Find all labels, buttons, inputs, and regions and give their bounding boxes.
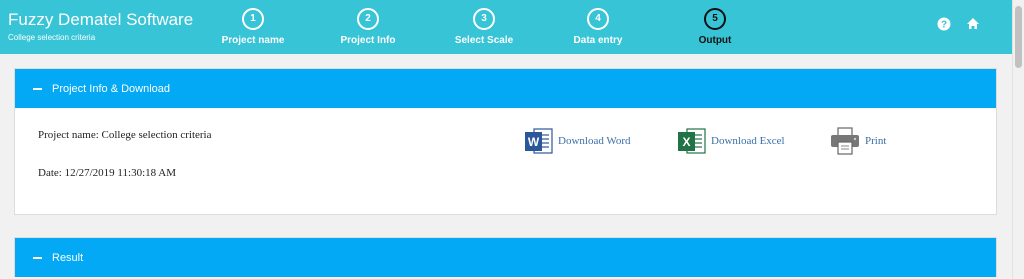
project-info-panel-header[interactable]: Project Info & Download: [15, 69, 996, 108]
print-link[interactable]: Print: [829, 126, 886, 156]
project-name-text: Project name: College selection criteria: [38, 129, 212, 141]
vertical-scrollbar[interactable]: [1012, 0, 1024, 279]
printer-icon: [831, 127, 859, 155]
download-word-label: Download Word: [558, 135, 631, 147]
step-number: 3: [473, 8, 495, 30]
scrollbar-thumb[interactable]: [1015, 6, 1022, 68]
step-number: 5: [704, 8, 726, 30]
panel-title: Project Info & Download: [52, 82, 171, 95]
svg-text:W: W: [528, 135, 540, 149]
word-icon: W: [525, 128, 553, 154]
excel-icon: X: [678, 128, 706, 154]
step-number: 4: [587, 8, 609, 30]
step-number: 1: [242, 8, 264, 30]
result-panel-header[interactable]: Result: [15, 238, 996, 277]
app-title: Fuzzy Dematel Software: [8, 10, 194, 29]
step-label: Select Scale: [454, 35, 514, 46]
collapse-icon: [33, 256, 42, 259]
panel-title: Result: [52, 251, 84, 264]
step-label: Project name: [221, 35, 285, 46]
step-label: Data entry: [573, 35, 623, 46]
step-label: Project Info: [340, 35, 396, 46]
project-date-text: Date: 12/27/2019 11:30:18 AM: [38, 167, 177, 179]
project-info-body: Project name: College selection criteria…: [15, 108, 996, 214]
top-header: Fuzzy Dematel Software College selection…: [0, 0, 1012, 54]
download-excel-label: Download Excel: [711, 135, 785, 147]
step-project-name[interactable]: 1 Project name: [203, 8, 303, 46]
brand: Fuzzy Dematel Software College selection…: [8, 10, 194, 43]
app-subtitle: College selection criteria: [8, 33, 96, 42]
result-panel: Result: [14, 237, 997, 277]
download-excel-link[interactable]: X Download Excel: [677, 126, 785, 156]
step-data-entry[interactable]: 4 Data entry: [548, 8, 648, 46]
step-output[interactable]: 5 Output: [665, 8, 765, 46]
print-label: Print: [865, 135, 887, 147]
step-select-scale[interactable]: 3 Select Scale: [434, 8, 534, 46]
step-project-info[interactable]: 2 Project Info: [318, 8, 418, 46]
project-info-panel: Project Info & Download Project name: Co…: [14, 68, 997, 215]
help-icon[interactable]: ?: [937, 17, 951, 31]
collapse-icon: [33, 87, 42, 90]
home-icon[interactable]: [966, 17, 980, 31]
step-number: 2: [357, 8, 379, 30]
svg-text:?: ?: [941, 20, 947, 31]
svg-text:X: X: [682, 135, 690, 149]
download-word-link[interactable]: W Download Word: [524, 126, 631, 156]
step-label: Output: [698, 35, 732, 46]
